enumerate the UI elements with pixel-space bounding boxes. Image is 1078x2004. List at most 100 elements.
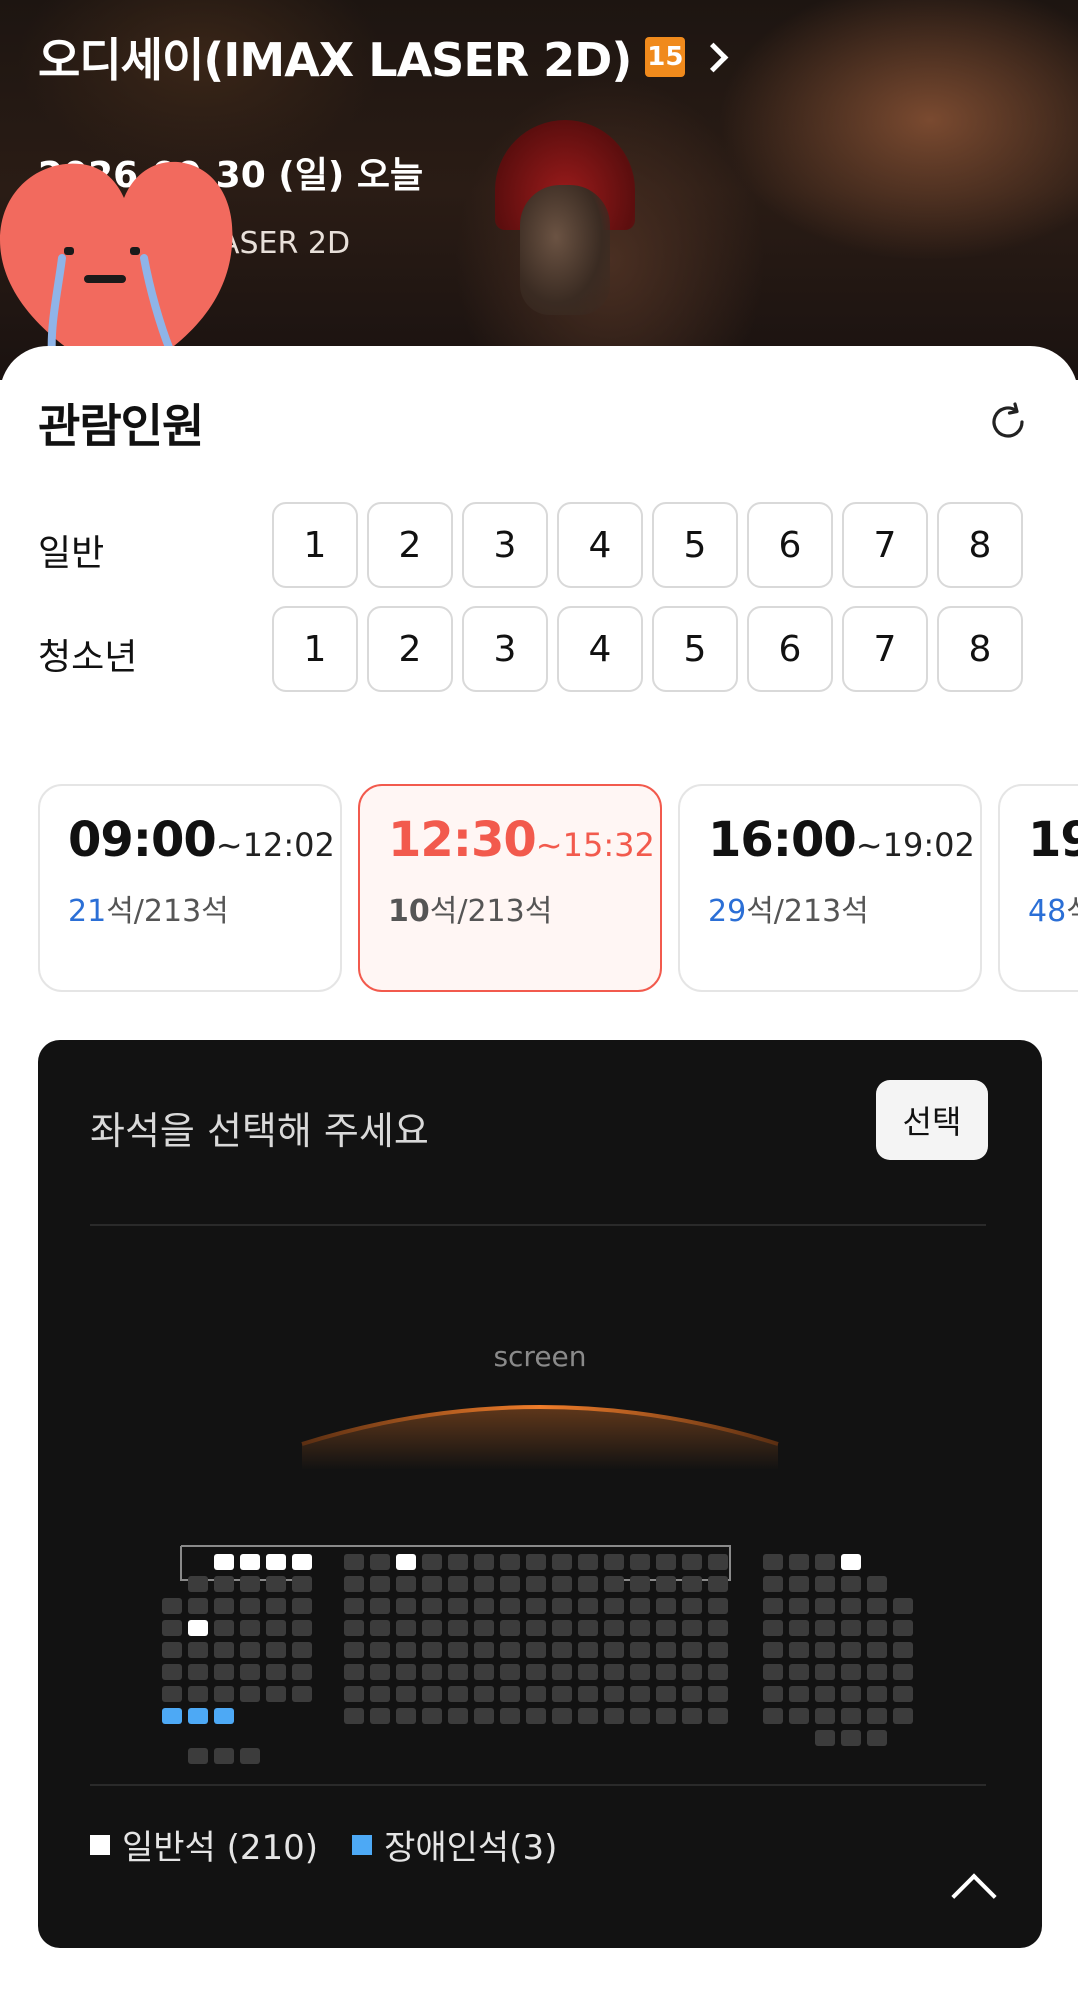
movie-title-link[interactable]: 오디세이(IMAX LASER 2D) 15	[38, 24, 729, 90]
adult-count-2[interactable]: 2	[367, 502, 453, 588]
seat	[578, 1554, 598, 1570]
seat	[841, 1598, 861, 1614]
audience-section-title: 관람인원	[38, 399, 204, 453]
youth-count-7[interactable]: 7	[842, 606, 928, 692]
youth-count-1[interactable]: 1	[272, 606, 358, 692]
adult-count-3[interactable]: 3	[462, 502, 548, 588]
seat-available[interactable]	[841, 1554, 861, 1570]
seat	[789, 1664, 809, 1680]
seat	[656, 1576, 676, 1592]
showtime-card[interactable]: 19 48석	[998, 784, 1078, 992]
seat-available[interactable]	[214, 1554, 234, 1570]
seat	[630, 1686, 650, 1702]
seat	[630, 1598, 650, 1614]
showtime-end: ~19:02	[855, 826, 975, 864]
seat	[867, 1708, 887, 1724]
youth-count-6[interactable]: 6	[747, 606, 833, 692]
refresh-icon[interactable]	[986, 400, 1030, 444]
seat	[893, 1620, 913, 1636]
adult-count-5[interactable]: 5	[652, 502, 738, 588]
youth-count-2[interactable]: 2	[367, 606, 453, 692]
seat	[867, 1642, 887, 1658]
seat	[789, 1554, 809, 1570]
youth-count-8[interactable]: 8	[937, 606, 1023, 692]
seats-total: 석/213석	[429, 894, 553, 929]
youth-count-4[interactable]: 4	[557, 606, 643, 692]
divider	[90, 1784, 986, 1786]
seat	[604, 1554, 624, 1570]
seat	[188, 1642, 208, 1658]
seat	[656, 1554, 676, 1570]
youth-count-5[interactable]: 5	[652, 606, 738, 692]
seat	[630, 1664, 650, 1680]
seat	[188, 1748, 208, 1764]
seat	[841, 1708, 861, 1724]
seat-accessible[interactable]	[162, 1708, 182, 1724]
adult-count-8[interactable]: 8	[937, 502, 1023, 588]
movie-title: 오디세이(IMAX LASER 2D)	[38, 33, 632, 87]
seat	[867, 1730, 887, 1746]
seat	[344, 1598, 364, 1614]
showtime-card[interactable]: 16:00~19:02 29석/213석	[678, 784, 982, 992]
adult-count-7[interactable]: 7	[842, 502, 928, 588]
seat	[893, 1598, 913, 1614]
legend-swatch-general	[90, 1834, 110, 1855]
seats-available: 21	[68, 894, 107, 929]
seat	[578, 1708, 598, 1724]
seat	[344, 1664, 364, 1680]
seat	[240, 1664, 260, 1680]
seat	[815, 1576, 835, 1592]
seat	[370, 1708, 390, 1724]
seat	[578, 1686, 598, 1702]
seat	[448, 1664, 468, 1680]
adult-count-6[interactable]: 6	[747, 502, 833, 588]
seat-accessible[interactable]	[188, 1708, 208, 1724]
seat-available[interactable]	[240, 1554, 260, 1570]
showtime-card-selected[interactable]: 12:30~15:32 10석/213석	[358, 784, 662, 992]
seat	[815, 1686, 835, 1702]
youth-count-3[interactable]: 3	[462, 606, 548, 692]
seat	[188, 1686, 208, 1702]
seat	[214, 1686, 234, 1702]
seat-available[interactable]	[266, 1554, 286, 1570]
seat	[604, 1576, 624, 1592]
adult-count-4[interactable]: 4	[557, 502, 643, 588]
seat	[266, 1664, 286, 1680]
seat	[763, 1708, 783, 1724]
seat	[370, 1664, 390, 1680]
seat	[266, 1598, 286, 1614]
seat	[604, 1708, 624, 1724]
seat	[396, 1642, 416, 1658]
seat	[656, 1686, 676, 1702]
seat	[682, 1642, 702, 1658]
seat	[448, 1708, 468, 1724]
seat-available[interactable]	[396, 1554, 416, 1570]
seat	[292, 1642, 312, 1658]
seat	[396, 1708, 416, 1724]
seat	[578, 1598, 598, 1614]
seat	[500, 1708, 520, 1724]
seat	[422, 1664, 442, 1680]
adult-count-1[interactable]: 1	[272, 502, 358, 588]
seat	[214, 1748, 234, 1764]
seat-legend: 일반석 (210) 장애인석(3)	[90, 1820, 557, 1869]
seat	[682, 1620, 702, 1636]
seat	[552, 1620, 572, 1636]
seat-accessible[interactable]	[214, 1708, 234, 1724]
seat-available[interactable]	[292, 1554, 312, 1570]
showtime-card[interactable]: 09:00~12:02 21석/213석	[38, 784, 342, 992]
seat	[474, 1554, 494, 1570]
seat	[240, 1686, 260, 1702]
seat	[422, 1686, 442, 1702]
seat	[893, 1664, 913, 1680]
seat	[682, 1554, 702, 1570]
seat	[396, 1664, 416, 1680]
seat	[422, 1554, 442, 1570]
seat	[214, 1664, 234, 1680]
seat-available[interactable]	[188, 1620, 208, 1636]
seat	[448, 1554, 468, 1570]
seat	[552, 1664, 572, 1680]
seat	[500, 1686, 520, 1702]
seat	[370, 1620, 390, 1636]
seat	[266, 1642, 286, 1658]
